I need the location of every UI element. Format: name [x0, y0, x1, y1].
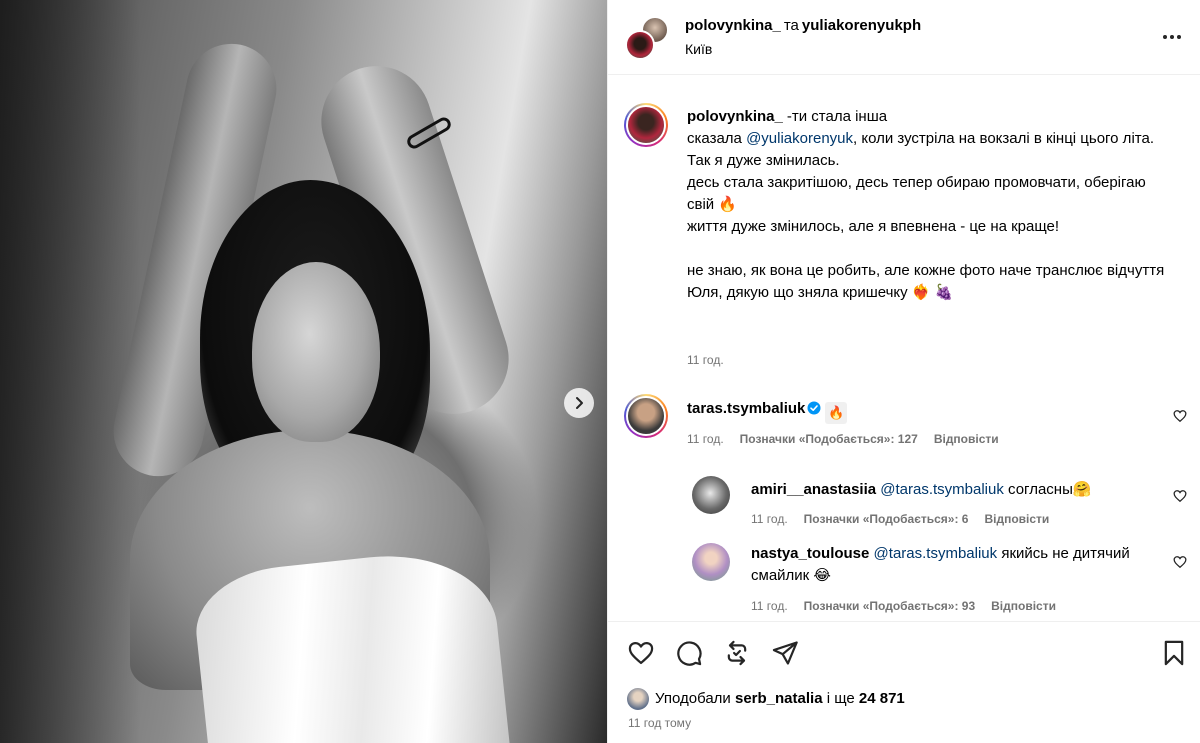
comment-username[interactable]: nastya_toulouse — [751, 545, 869, 562]
author-username[interactable]: polovynkina_ — [685, 17, 781, 34]
reply-button[interactable]: Відповісти — [984, 512, 1049, 526]
verified-badge-icon — [807, 401, 821, 415]
chevron-right-icon — [576, 397, 583, 409]
comments-scroll-area[interactable]: polovynkina_ -ти стала інша сказала @yuli… — [608, 76, 1200, 620]
carousel-next-button[interactable] — [564, 388, 594, 418]
avatar[interactable] — [627, 688, 649, 710]
likes-summary[interactable]: Уподобали serb_natalia і ще 24 871 — [627, 688, 905, 710]
more-options-button[interactable] — [1160, 25, 1184, 49]
heart-icon — [628, 641, 654, 665]
comment-meta: 11 год. Позначки «Подобається»: 6 Відпов… — [751, 512, 1049, 526]
likes-mid: і ще — [826, 690, 855, 707]
heart-icon[interactable] — [1173, 489, 1187, 503]
comment-likes[interactable]: Позначки «Подобається»: 127 — [740, 432, 918, 446]
send-icon — [772, 641, 798, 665]
photo-face — [252, 262, 380, 442]
collab-authors: polovynkina_ та yuliakorenyukph — [685, 16, 921, 36]
caption-timestamp[interactable]: 11 год. — [687, 353, 724, 367]
repost-button[interactable] — [723, 639, 751, 667]
comment-username[interactable]: taras.tsymbaliuk — [687, 400, 805, 417]
comment-mention[interactable]: @taras.tsymbaliuk — [880, 481, 1004, 498]
comment-emoji: 🔥 — [825, 402, 848, 424]
post-caption: polovynkina_ -ти стала інша сказала @yuli… — [687, 106, 1167, 304]
comment-meta: 11 год. Позначки «Подобається»: 127 Відп… — [687, 432, 999, 446]
photo-wall-shade — [0, 0, 140, 743]
heart-icon[interactable] — [1173, 555, 1187, 569]
repost-icon — [727, 640, 747, 666]
post-location[interactable]: Київ — [685, 40, 712, 58]
comment-mention[interactable]: @taras.tsymbaliuk — [874, 545, 998, 562]
comment-time[interactable]: 11 год. — [687, 432, 724, 446]
comment-time[interactable]: 11 год. — [751, 599, 788, 613]
post-side-panel: polovynkina_ та yuliakorenyukph Київ polov… — [607, 0, 1200, 743]
caption-text: життя дуже змінилось, але я впевнена - ц… — [687, 218, 1060, 235]
comment-time[interactable]: 11 год. — [751, 512, 788, 526]
comment: taras.tsymbaliuk 🔥 — [687, 398, 848, 424]
liked-by-username[interactable]: serb_natalia — [735, 689, 823, 709]
caption-text: -ти стала інша — [786, 108, 888, 125]
caption-text: десь стала закритішою, десь тепер обираю… — [687, 174, 1146, 213]
avatar[interactable] — [624, 103, 668, 147]
caption-blank — [687, 238, 1167, 260]
bookmark-icon — [1164, 640, 1184, 666]
save-button[interactable] — [1160, 639, 1188, 667]
avatar[interactable] — [625, 30, 655, 60]
post-timestamp[interactable]: 11 год тому — [628, 716, 691, 730]
avatar[interactable] — [624, 394, 668, 438]
author-connector: та — [783, 17, 799, 34]
collab-avatars[interactable] — [625, 16, 669, 60]
avatar[interactable] — [692, 543, 730, 581]
caption-username[interactable]: polovynkina_ — [687, 108, 783, 125]
comment-icon — [677, 641, 702, 666]
likes-count[interactable]: 24 871 — [859, 689, 905, 709]
comment-text: согласны🤗 — [1003, 481, 1092, 498]
comment-username[interactable]: amiri__anastasiia — [751, 481, 876, 498]
comment-likes[interactable]: Позначки «Подобається»: 6 — [804, 512, 969, 526]
post-actions: Уподобали serb_natalia і ще 24 871 11 го… — [608, 621, 1200, 743]
heart-icon[interactable] — [1173, 409, 1187, 423]
share-button[interactable] — [771, 639, 799, 667]
comment-meta: 11 год. Позначки «Подобається»: 93 Відпо… — [751, 599, 1056, 613]
comment: nastya_toulouse @taras.tsymbaliuk якийсь… — [751, 543, 1131, 587]
reply-button[interactable]: Відповісти — [934, 432, 999, 446]
comment-likes[interactable]: Позначки «Подобається»: 93 — [804, 599, 975, 613]
caption-text: , коли зустріла на вокзалі в кінці цього… — [853, 130, 1154, 147]
comment: amiri__anastasiia @taras.tsymbaliuk согл… — [751, 479, 1161, 501]
author-username[interactable]: yuliakorenyukph — [802, 17, 921, 34]
more-horizontal-icon — [1163, 35, 1181, 39]
caption-text: сказала — [687, 130, 747, 147]
avatar[interactable] — [692, 476, 730, 514]
caption-text: не знаю, як вона це робить, але кожне фо… — [687, 262, 1165, 279]
caption-text: Так я дуже змінилась. — [687, 152, 840, 169]
like-button[interactable] — [627, 639, 655, 667]
likes-prefix: Уподобали — [655, 690, 731, 707]
comment-button[interactable] — [675, 639, 703, 667]
reply-button[interactable]: Відповісти — [991, 599, 1056, 613]
caption-text: Юля, дякую що зняла кришечку ❤️‍🔥 🍇 — [687, 284, 954, 301]
caption-mention[interactable]: @yuliakorenyuk — [746, 130, 853, 147]
post-header: polovynkina_ та yuliakorenyukph Київ — [608, 0, 1200, 75]
post-photo[interactable] — [0, 0, 607, 743]
